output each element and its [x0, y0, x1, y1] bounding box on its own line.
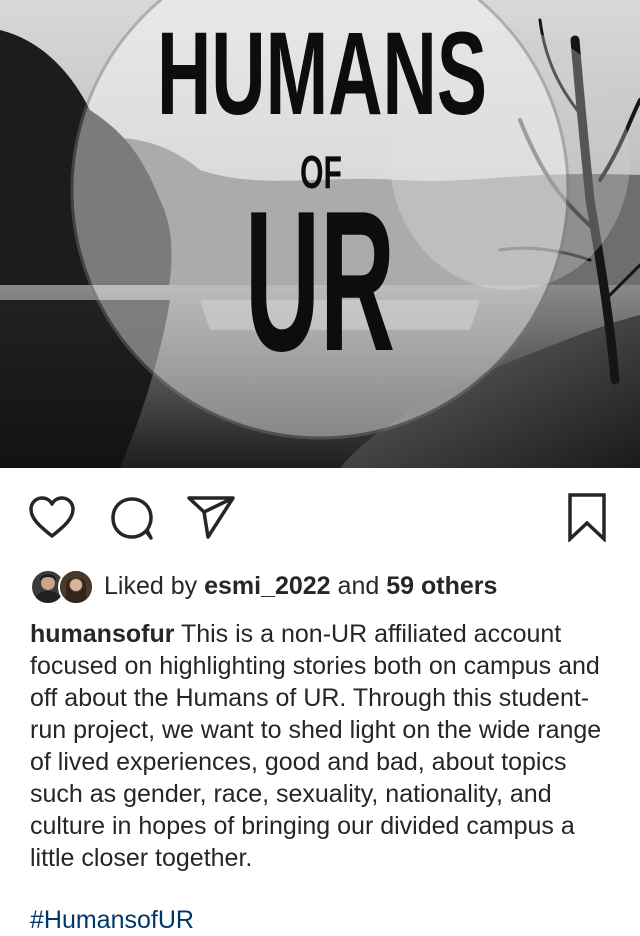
liked-by-user-link[interactable]: esmi_2022 [204, 572, 331, 600]
likes-others-link[interactable]: 59 others [386, 572, 497, 600]
logo-line-ur: UR [245, 170, 395, 393]
likes-row[interactable]: Liked by esmi_2022 and 59 others [30, 566, 630, 606]
post-action-bar [0, 468, 640, 568]
bookmark-icon[interactable] [566, 492, 608, 547]
caption-hashtag-link[interactable]: #HumansofUR [30, 904, 194, 936]
heart-icon[interactable] [28, 496, 76, 545]
avatar[interactable] [58, 569, 94, 605]
caption-text: This is a non-UR affiliated account focu… [30, 620, 602, 872]
likes-summary: Liked by esmi_2022 and 59 others [104, 570, 497, 602]
post-image[interactable]: HUMANS OF UR [0, 0, 640, 468]
comment-icon[interactable] [108, 494, 156, 547]
post-photo: HUMANS OF UR [0, 0, 640, 468]
liker-avatars[interactable] [30, 569, 94, 605]
logo-line-humans: HUMANS [157, 8, 487, 140]
caption-username-link[interactable]: humansofur [30, 620, 174, 648]
likes-prefix: Liked by [104, 572, 198, 600]
likes-connector: and [337, 572, 380, 600]
paper-plane-icon[interactable] [186, 494, 236, 545]
post-caption: humansofur This is a non-UR affiliated a… [30, 618, 620, 874]
